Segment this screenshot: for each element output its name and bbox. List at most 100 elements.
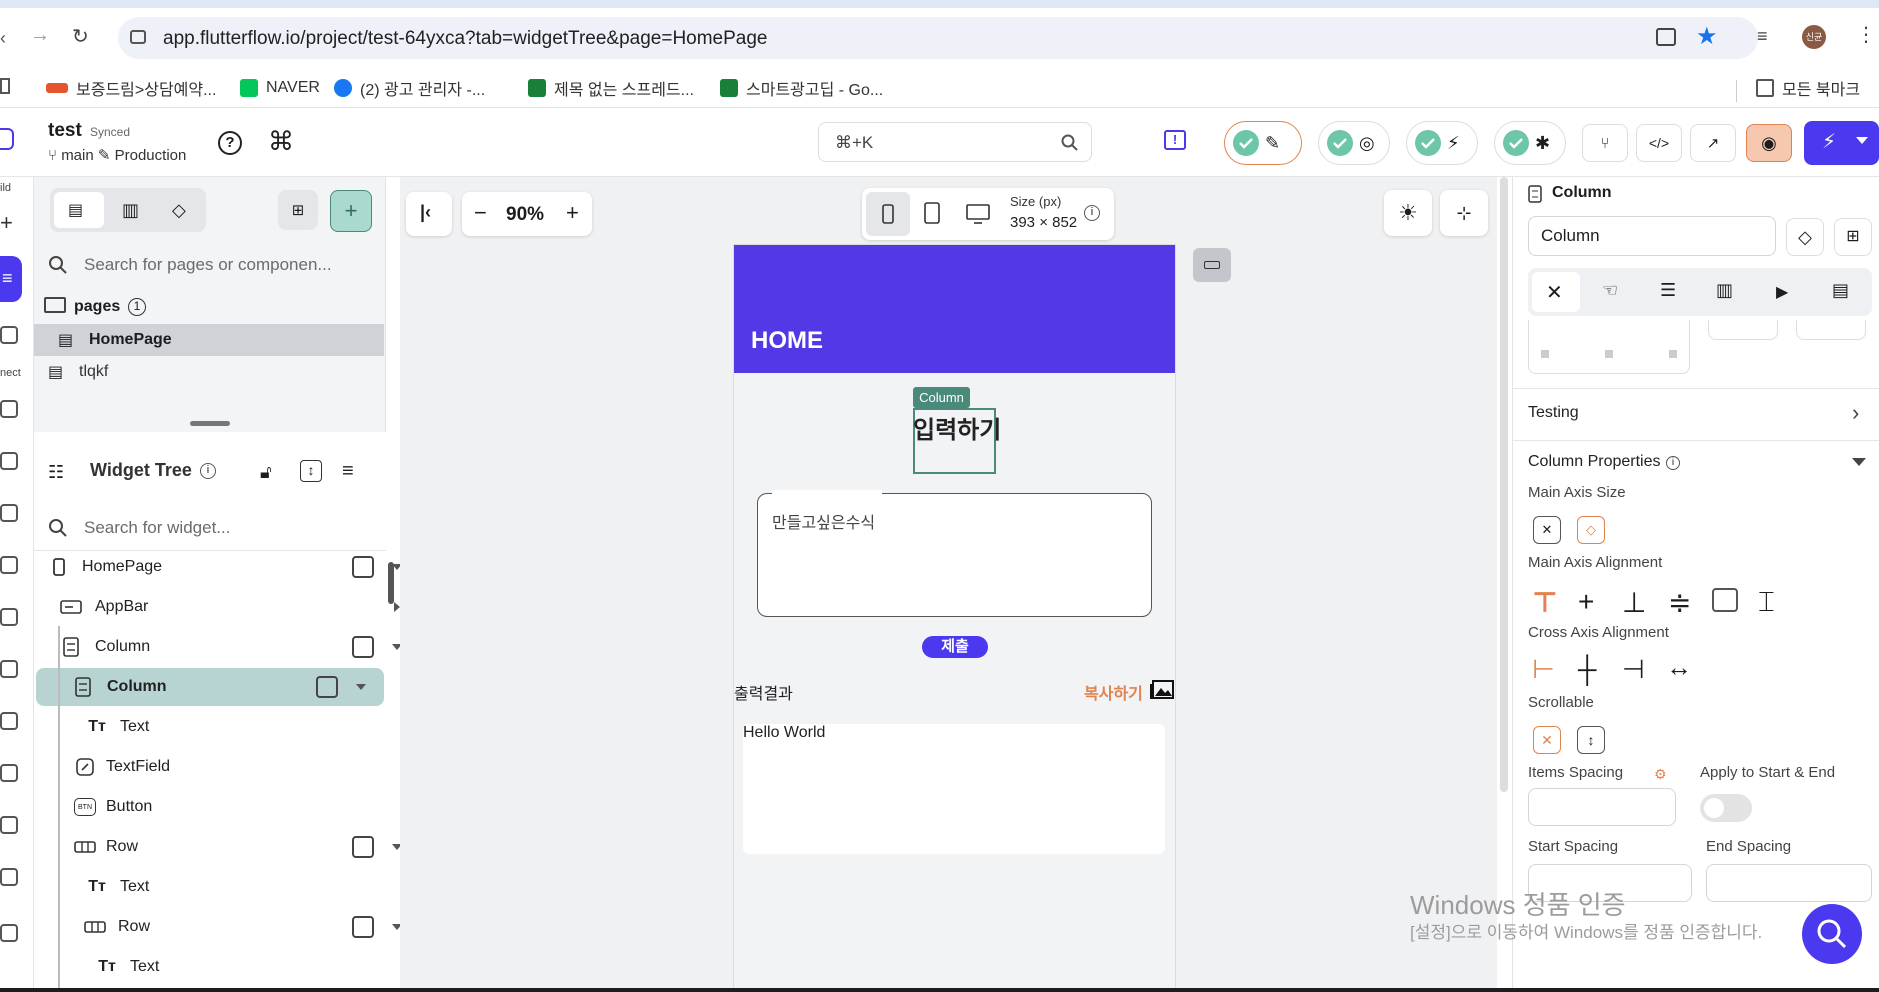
run-button[interactable]: ⚡ xyxy=(1804,121,1879,165)
agents-icon[interactable] xyxy=(0,816,18,834)
url-text[interactable]: app.flutterflow.io/project/test-64yxca?t… xyxy=(163,28,768,50)
info-icon[interactable]: i xyxy=(1666,456,1680,470)
play-tab-icon[interactable]: ▶ xyxy=(1776,282,1788,302)
copy-button[interactable]: 복사하기 xyxy=(1084,680,1143,704)
tree-row-text-2[interactable]: Tт Text xyxy=(34,868,386,906)
cross-center-icon[interactable]: ┼ xyxy=(1578,654,1596,685)
connections-icon[interactable] xyxy=(0,556,18,574)
branch-info[interactable]: ⑂ main ✎ Production xyxy=(48,146,186,164)
phone-device-button[interactable] xyxy=(866,192,910,236)
margin-box[interactable] xyxy=(1708,320,1778,340)
code-button[interactable]: </> xyxy=(1636,124,1682,162)
custom-code-icon[interactable] xyxy=(0,764,18,782)
testing-section[interactable]: Testing xyxy=(1528,404,1579,422)
bookmark-smart-ad[interactable]: 스마트광고딥 - Go... xyxy=(720,74,883,102)
page-search[interactable]: Search for pages or componen... xyxy=(34,244,386,286)
browser-menu-icon[interactable]: ⋮ xyxy=(1856,22,1876,47)
tree-scrollbar[interactable] xyxy=(388,562,394,604)
properties-tab[interactable]: ✕ xyxy=(1532,272,1580,312)
column-tab-icon[interactable]: ▥ xyxy=(1716,280,1733,301)
media-icon[interactable] xyxy=(0,608,18,626)
api-icon[interactable] xyxy=(0,504,18,522)
widget-name-input[interactable]: Column xyxy=(1528,216,1776,256)
all-bookmarks[interactable]: 모든 북마크 xyxy=(1756,74,1860,102)
space-evenly-icon[interactable]: ⌶ xyxy=(1758,586,1775,619)
padding-box[interactable] xyxy=(1528,320,1690,374)
folder-open-icon[interactable] xyxy=(44,297,66,313)
help-chat-button[interactable] xyxy=(1802,904,1862,964)
plugins-icon[interactable] xyxy=(0,868,18,886)
reload-icon[interactable]: ↻ xyxy=(72,24,89,49)
flutterflow-logo[interactable] xyxy=(0,128,14,150)
scroll-on-button[interactable]: ↕ xyxy=(1577,726,1605,754)
items-spacing-input[interactable] xyxy=(1528,788,1676,826)
expand-collapse-icon[interactable]: ↕ xyxy=(300,460,322,482)
align-start-icon[interactable]: ⊤ xyxy=(1532,586,1558,619)
preview-button[interactable]: ◉ xyxy=(1746,124,1792,162)
checks-pill-1[interactable]: ✎ xyxy=(1224,121,1302,165)
scroll-off-button[interactable]: ✕ xyxy=(1533,726,1561,754)
checks-pill-2[interactable]: ◎ xyxy=(1318,121,1390,165)
canvas-settings-button[interactable]: ⊹ xyxy=(1440,190,1488,236)
zoom-in-icon[interactable]: + xyxy=(566,200,579,226)
tree-row-text-3[interactable]: Tт Text xyxy=(34,948,386,986)
bookmark-star-icon[interactable]: ★ xyxy=(1696,22,1718,51)
notes-tab-icon[interactable]: ▤ xyxy=(1832,280,1849,301)
tablet-icon[interactable] xyxy=(924,202,940,224)
variable-icon[interactable]: ⚙︎ xyxy=(1654,766,1667,783)
chevron-right-icon[interactable]: › xyxy=(1852,400,1859,426)
site-info-icon[interactable] xyxy=(130,30,146,44)
apps-icon[interactable] xyxy=(0,78,10,94)
input-heading[interactable]: 입력하기 xyxy=(913,410,1001,445)
cloud-icon[interactable] xyxy=(0,712,18,730)
actions-tab-icon[interactable]: ☜ xyxy=(1602,280,1618,301)
add-child-icon[interactable] xyxy=(352,636,374,658)
back-icon[interactable]: ‹ xyxy=(0,28,6,49)
tree-row-homepage[interactable]: HomePage xyxy=(34,548,402,586)
bookmark-1[interactable]: 보증드림>상담예약... xyxy=(46,74,216,102)
new-folder-button[interactable]: ⊞ xyxy=(278,190,318,230)
tree-options-icon[interactable]: ≡ xyxy=(342,460,354,483)
collapse-panel-button[interactable]: |‹ xyxy=(406,192,452,236)
tree-row-column-selected[interactable]: Column xyxy=(36,668,384,706)
forward-icon[interactable]: → xyxy=(30,24,50,47)
align-center-icon[interactable]: + xyxy=(1578,586,1594,618)
tree-row-appbar[interactable]: AppBar xyxy=(34,588,400,626)
pages-tab[interactable]: ▤ xyxy=(54,192,104,228)
checks-pill-3[interactable]: ⚡ xyxy=(1406,121,1478,165)
add-widget-icon[interactable]: + xyxy=(0,210,13,236)
chevron-down-icon[interactable] xyxy=(1856,137,1868,144)
submit-button[interactable]: 제출 xyxy=(922,636,988,658)
size-value[interactable]: 393 × 852 xyxy=(1010,214,1077,231)
command-search[interactable]: ⌘+K xyxy=(818,122,1092,162)
pages-folder-label[interactable]: pages xyxy=(74,298,120,316)
widget-search[interactable]: Search for widget... xyxy=(34,507,386,549)
page-item-tlqkf[interactable]: ▤ tlqkf xyxy=(34,356,384,388)
widget-tree-rail-button[interactable]: ≡ xyxy=(0,256,22,302)
desktop-icon[interactable] xyxy=(966,204,990,224)
axis-size-min-button[interactable]: ✕ xyxy=(1533,516,1561,544)
zoom-out-icon[interactable]: − xyxy=(474,200,487,226)
light-mode-button[interactable]: ☀ xyxy=(1384,190,1432,236)
profile-avatar[interactable]: 신균 xyxy=(1802,25,1826,49)
open-external-button[interactable]: ↗ xyxy=(1690,124,1736,162)
info-icon[interactable]: i xyxy=(1084,205,1100,221)
database-icon[interactable] xyxy=(0,400,18,418)
install-app-icon[interactable] xyxy=(1656,28,1676,46)
project-name[interactable]: test xyxy=(48,120,82,142)
zoom-level[interactable]: 90% xyxy=(506,204,544,226)
settings-gear-icon[interactable] xyxy=(0,924,18,942)
media-control-icon[interactable]: ≡ xyxy=(1757,26,1768,47)
tree-row-text[interactable]: Tт Text xyxy=(34,708,386,746)
column-properties-section[interactable]: Column Properties xyxy=(1528,453,1661,471)
tree-row-textfield[interactable]: TextField xyxy=(34,748,386,786)
cross-end-icon[interactable]: ⊣ xyxy=(1622,654,1645,685)
canvas-chip[interactable] xyxy=(1193,248,1231,282)
panel-resize-handle[interactable] xyxy=(190,421,230,426)
library-tab-icon[interactable]: ◇ xyxy=(172,200,186,221)
gem-icon[interactable]: ◇ xyxy=(1786,218,1824,256)
add-widget-icon[interactable]: ⊞ xyxy=(1834,218,1872,256)
backend-query-tab-icon[interactable]: ☰ xyxy=(1660,280,1676,301)
end-spacing-input[interactable] xyxy=(1706,864,1872,902)
margin-box[interactable] xyxy=(1796,320,1866,340)
